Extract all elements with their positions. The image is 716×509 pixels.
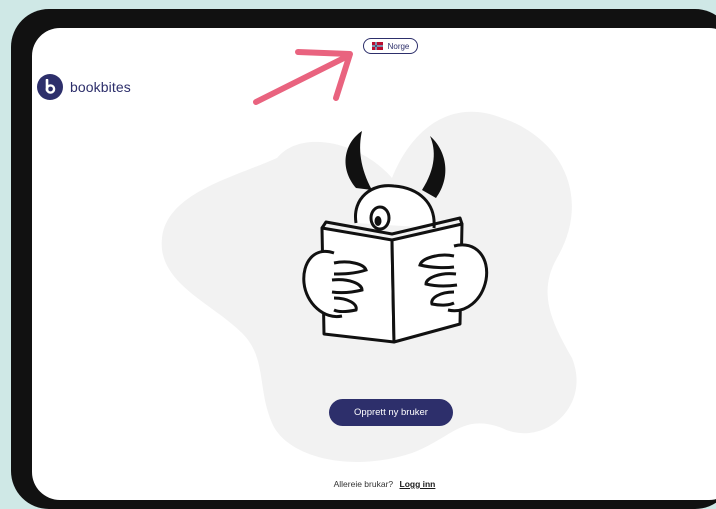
monster-reading-illustration (302, 131, 489, 344)
brand-name: bookbites (70, 79, 131, 95)
brand[interactable]: bookbites (37, 74, 131, 100)
country-selector[interactable]: Norge (363, 38, 418, 54)
pink-arrow-icon (253, 49, 353, 105)
login-prompt: Allereie brukar? Logg inn (32, 479, 716, 489)
login-link[interactable]: Logg inn (400, 479, 436, 489)
app-screen: bookbites Norge Opprett ny bruker Allere… (32, 28, 716, 500)
device-frame: bookbites Norge Opprett ny bruker Allere… (11, 9, 716, 509)
country-label: Norge (387, 41, 410, 51)
norway-flag-icon (371, 42, 383, 50)
already-user-text: Allereie brukar? (333, 479, 394, 489)
create-account-button[interactable]: Opprett ny bruker (329, 399, 453, 426)
bookbites-logo-icon (37, 74, 63, 100)
